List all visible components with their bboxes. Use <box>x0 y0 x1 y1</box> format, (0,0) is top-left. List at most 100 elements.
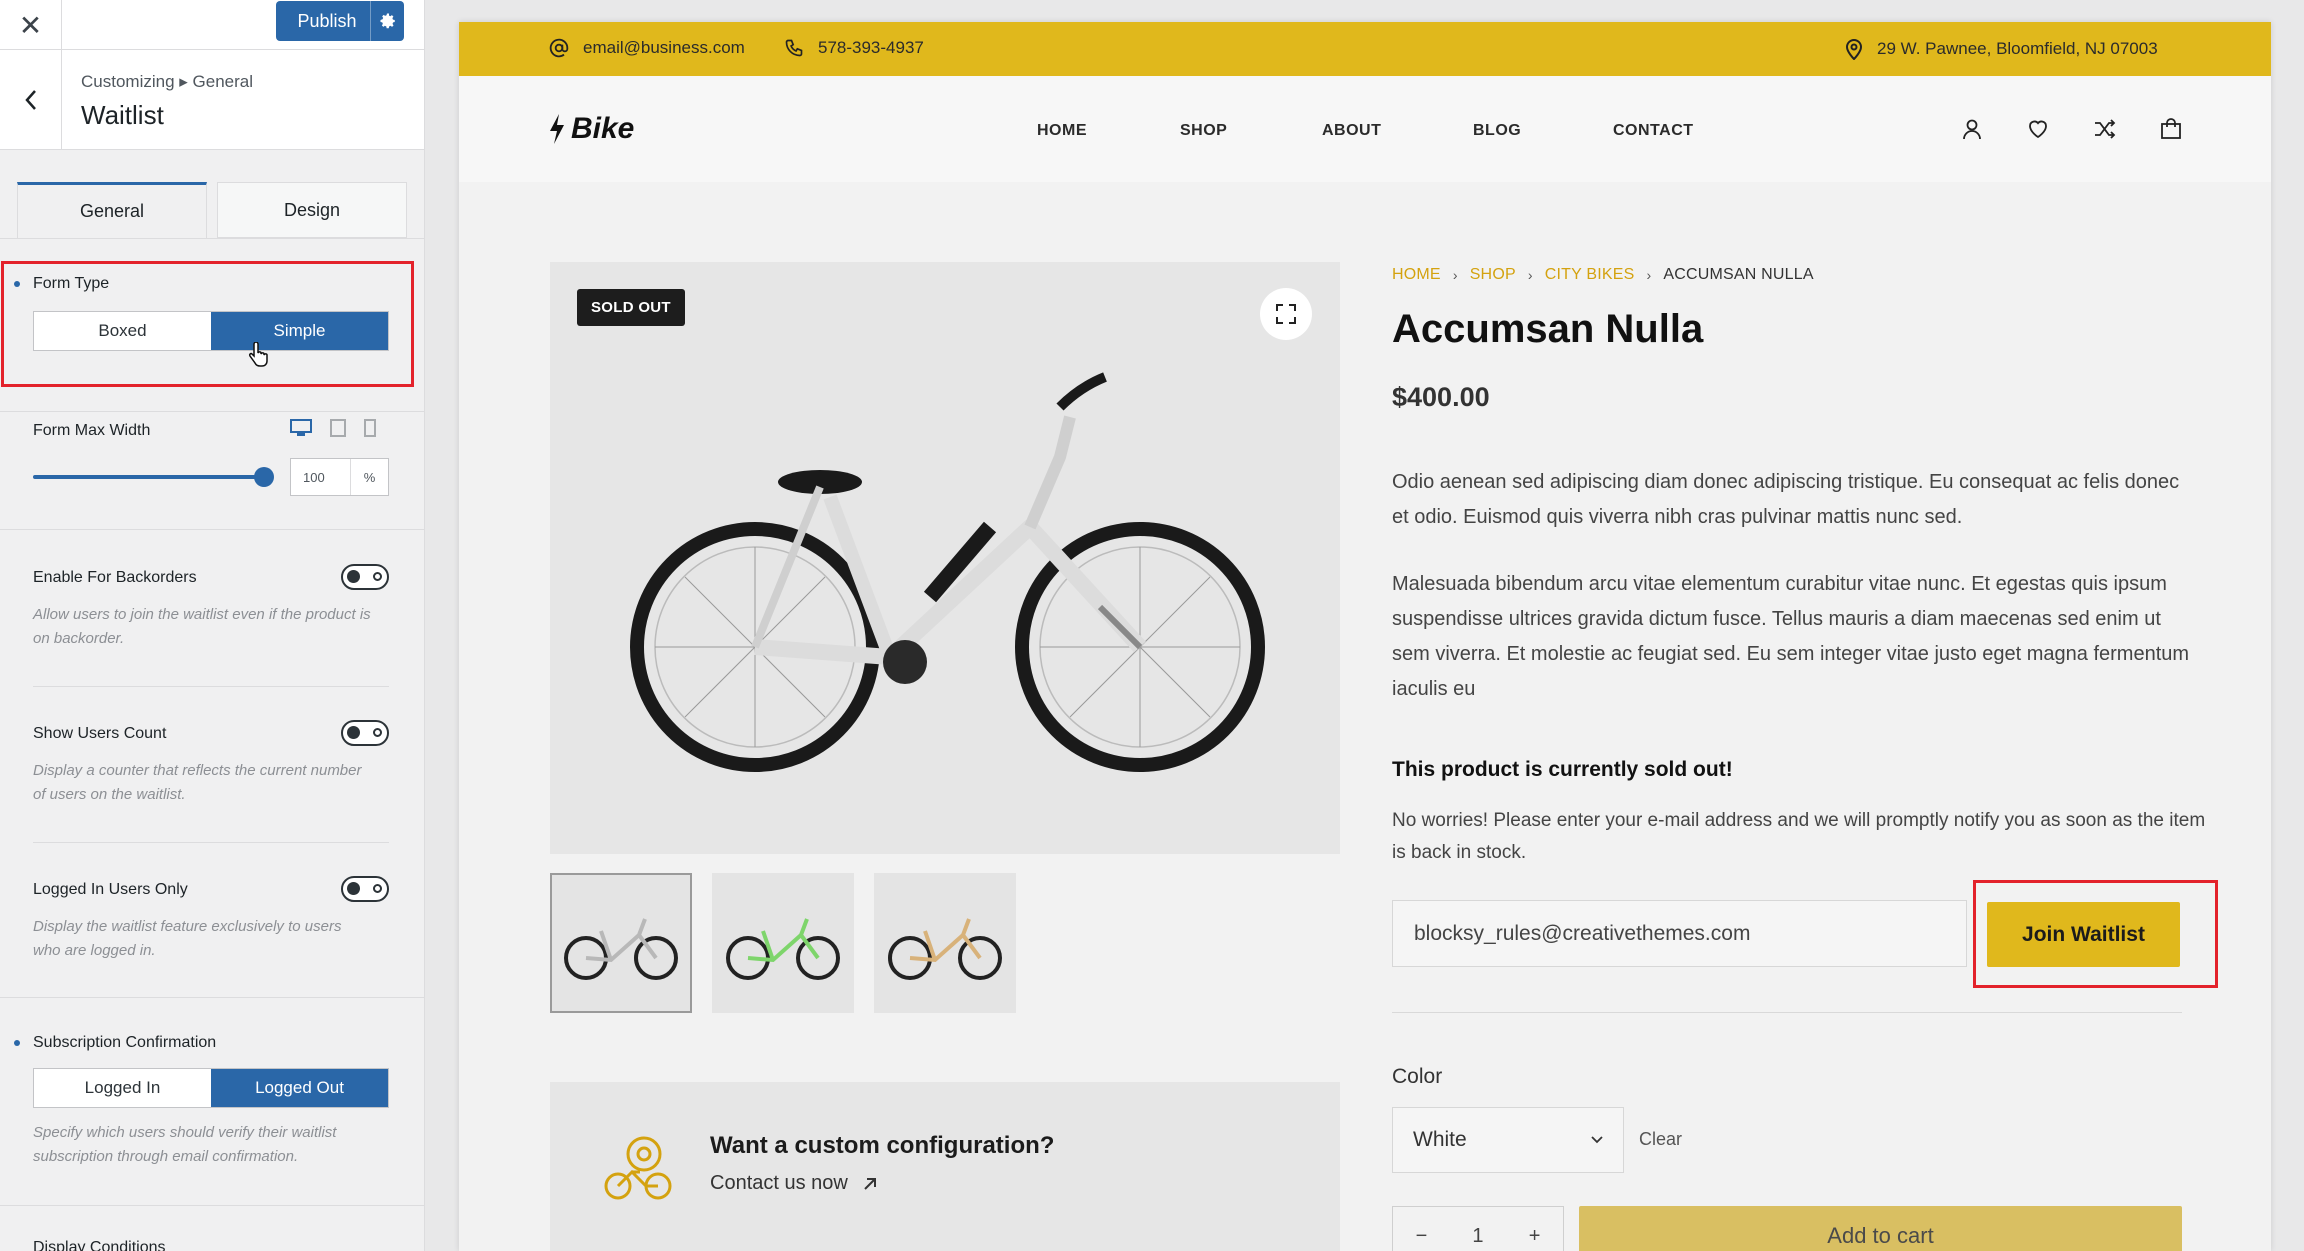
nav-shop[interactable]: SHOP <box>1180 122 1227 140</box>
toggle-off-indicator <box>373 728 382 737</box>
mobile-icon[interactable] <box>364 419 376 437</box>
product-description-2: Malesuada bibendum arcu vitae elementum … <box>1392 573 2190 700</box>
subscription-confirmation-segmented: Logged In Logged Out <box>33 1068 389 1108</box>
enable-backorders-label: Enable For Backorders <box>33 569 197 586</box>
panel-tabs: General Design <box>17 182 407 238</box>
customizer-sidebar: ✕ Publish Customizing ▸ General Waitlist… <box>0 0 425 1251</box>
gear-icon[interactable] <box>370 1 404 41</box>
topbar-phone-text[interactable]: 578-393-4937 <box>818 38 924 58</box>
product-description-1: Odio aenean sed adipiscing diam donec ad… <box>1392 471 2180 528</box>
topbar-address: 29 W. Pawnee, Bloomfield, NJ 07003 <box>1845 38 2158 60</box>
enable-backorders-toggle[interactable] <box>341 564 389 590</box>
form-max-width-slider[interactable] <box>33 467 274 487</box>
product-breadcrumb: HOME › SHOP › CITY BIKES › ACCUMSAN NULL… <box>1392 266 1814 284</box>
breadcrumb-separator: › <box>1452 267 1458 283</box>
breadcrumb-separator: › <box>1646 267 1652 283</box>
nav-home[interactable]: HOME <box>1037 122 1087 140</box>
contact-us-link[interactable]: Contact us now <box>710 1172 878 1195</box>
tablet-icon[interactable] <box>330 419 346 437</box>
site-logo[interactable]: Bike <box>549 112 634 146</box>
slider-handle[interactable] <box>254 467 274 487</box>
logged-in-only-toggle[interactable] <box>341 876 389 902</box>
breadcrumb-category[interactable]: CITY BIKES <box>1545 266 1635 284</box>
form-max-width-label: Form Max Width <box>33 422 151 439</box>
divider <box>33 842 389 843</box>
bike-thumbnail-image <box>888 918 1002 980</box>
site-header: Bike HOME SHOP ABOUT BLOG CONTACT <box>459 76 2271 182</box>
modified-indicator <box>14 1040 20 1046</box>
contact-us-text[interactable]: Contact us now <box>710 1172 848 1195</box>
bike-thumbnail-image <box>564 918 678 980</box>
nav-blog[interactable]: BLOG <box>1473 122 1521 140</box>
highlight-box-join-waitlist <box>1973 880 2218 988</box>
back-button[interactable] <box>0 50 62 150</box>
toggle-knob <box>347 882 360 895</box>
site-preview: email@business.com 578-393-4937 29 W. Pa… <box>459 22 2271 1251</box>
publish-label: Publish <box>297 10 357 31</box>
close-icon: ✕ <box>18 8 43 42</box>
gallery-thumbnail[interactable] <box>874 873 1016 1013</box>
unit-selector[interactable]: % <box>350 459 388 495</box>
tab-design[interactable]: Design <box>217 182 407 238</box>
shuffle-icon[interactable] <box>2093 118 2117 140</box>
logged-in-only-label: Logged In Users Only <box>33 881 188 898</box>
display-conditions-label[interactable]: Display Conditions <box>33 1239 166 1251</box>
chevron-down-icon <box>1591 1136 1603 1144</box>
gallery-thumbnail[interactable] <box>550 873 692 1013</box>
subscription-logged-in-option[interactable]: Logged In <box>34 1069 211 1107</box>
panel-body: Form Type Boxed Simple Form Max Width 10… <box>0 238 424 1251</box>
clear-variation-link[interactable]: Clear <box>1639 1129 1682 1150</box>
quantity-stepper: − 1 + <box>1392 1206 1564 1251</box>
subscription-confirmation-description: Specify which users should verify their … <box>33 1124 337 1165</box>
divider <box>33 686 389 687</box>
subscription-logged-out-option[interactable]: Logged Out <box>211 1069 388 1107</box>
chevron-left-icon <box>24 90 36 110</box>
highlight-box-form-type <box>1 261 414 387</box>
custom-config-box: Want a custom configuration? Contact us … <box>550 1082 1340 1251</box>
divider <box>0 529 424 530</box>
bike-thumbnail-image <box>726 918 840 980</box>
form-max-width-value[interactable]: 100 <box>291 459 350 495</box>
divider <box>1392 1012 2182 1013</box>
sold-out-heading: This product is currently sold out! <box>1392 758 1733 781</box>
heart-icon[interactable] <box>2027 118 2049 140</box>
tab-general[interactable]: General <box>17 182 207 238</box>
arrow-up-right-icon <box>864 1177 876 1190</box>
close-customizer-button[interactable]: ✕ <box>0 0 62 50</box>
logo-text: Bike <box>571 112 635 145</box>
breadcrumb-shop[interactable]: SHOP <box>1470 266 1516 284</box>
desktop-icon[interactable] <box>290 419 312 437</box>
at-icon <box>549 38 569 58</box>
breadcrumb-home[interactable]: HOME <box>1392 266 1441 284</box>
topbar-email[interactable]: email@business.com <box>549 38 745 58</box>
publish-button[interactable]: Publish <box>276 1 404 41</box>
toggle-off-indicator <box>373 572 382 581</box>
product-title: Accumsan Nulla <box>1392 307 1704 351</box>
qty-value[interactable]: 1 <box>1472 1225 1483 1248</box>
qty-decrease-button[interactable]: − <box>1416 1225 1428 1248</box>
topbar-phone[interactable]: 578-393-4937 <box>784 38 924 58</box>
hand-cursor-icon <box>249 342 268 367</box>
add-to-cart-button[interactable]: Add to cart <box>1579 1206 2182 1251</box>
bag-icon[interactable] <box>2160 118 2182 140</box>
gallery-thumbnail[interactable] <box>712 873 854 1013</box>
nav-about[interactable]: ABOUT <box>1322 122 1381 140</box>
section-breadcrumb: Customizing ▸ General <box>81 72 253 91</box>
custom-config-title: Want a custom configuration? <box>710 1132 1055 1159</box>
nav-contact[interactable]: CONTACT <box>1613 122 1694 140</box>
product-gallery[interactable]: SOLD OUT <box>550 262 1340 854</box>
show-users-count-toggle[interactable] <box>341 720 389 746</box>
section-header: Customizing ▸ General Waitlist <box>0 50 424 150</box>
phone-icon <box>785 39 803 57</box>
waitlist-email-input[interactable]: blocksy_rules@creativethemes.com <box>1392 900 1967 967</box>
section-title: Waitlist <box>81 100 164 130</box>
color-select[interactable]: White <box>1392 1107 1624 1173</box>
user-icon[interactable] <box>1961 118 1983 140</box>
breadcrumb-separator: › <box>1527 267 1533 283</box>
waitlist-notify-text: No worries! Please enter your e-mail add… <box>1392 810 2206 863</box>
form-max-width-input[interactable]: 100 % <box>290 458 389 496</box>
customizer-topbar: ✕ Publish <box>0 0 424 50</box>
qty-increase-button[interactable]: + <box>1529 1225 1541 1248</box>
fullscreen-button[interactable] <box>1260 288 1312 340</box>
topbar-email-text[interactable]: email@business.com <box>583 38 745 58</box>
